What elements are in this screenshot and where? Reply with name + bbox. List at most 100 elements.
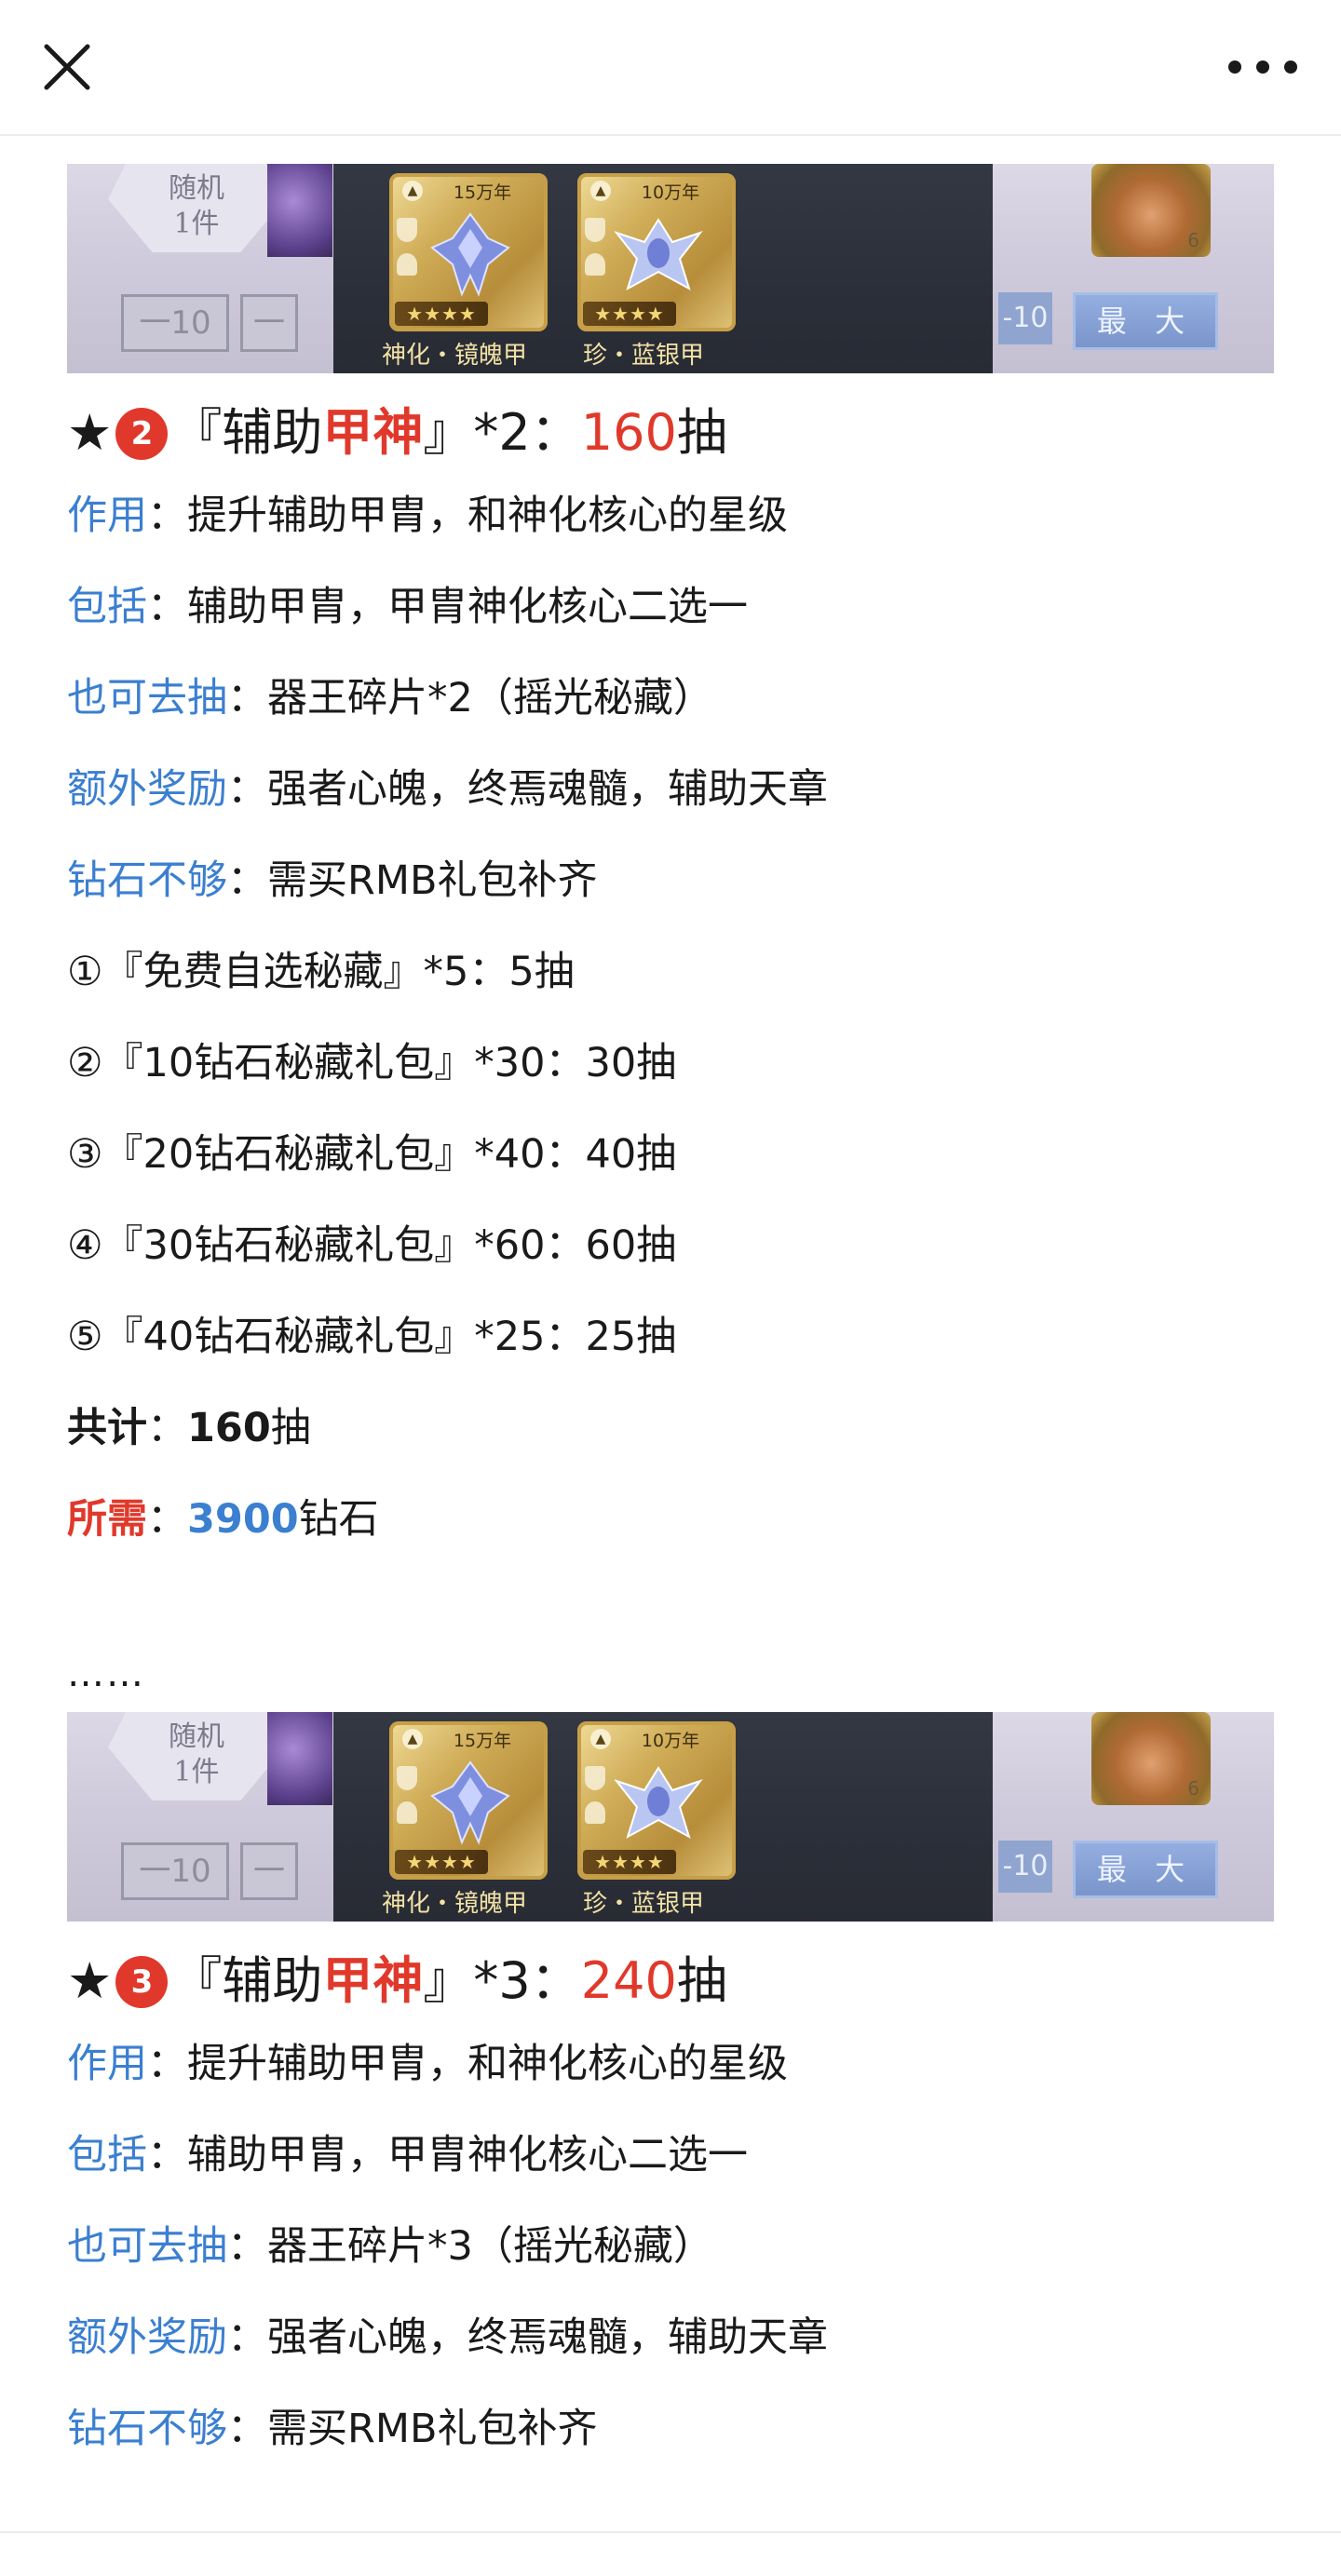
- minus-button: 一: [240, 294, 298, 352]
- purple-gem-icon: [267, 164, 332, 257]
- total-separator: ：: [147, 1405, 187, 1451]
- game-screenshot-banner: 随机 1件 一10 一 6 -10 最 大 ▲ 15万年 ★★★★ ▲ 10万年…: [67, 1712, 1274, 1922]
- include-label: 包括: [67, 2132, 147, 2178]
- armor-caption-2: 珍・蓝银甲: [583, 342, 705, 370]
- lotus-icon: [585, 253, 605, 276]
- top-bar: [0, 0, 1341, 136]
- section-heading: ★ 3 『辅助甲神』*3：240抽: [67, 1944, 1274, 2018]
- heading-prefix: 『辅助: [171, 403, 323, 462]
- lotus-icon: [585, 1801, 605, 1824]
- pull-unit: 抽: [676, 403, 727, 462]
- bonus-line: 额外奖励：强者心魄，终焉魂髓，辅助天章: [67, 2292, 1274, 2383]
- star-rating: ★★★★: [583, 302, 676, 326]
- effect-label: 作用: [67, 492, 147, 539]
- total-value: 160: [187, 1405, 271, 1451]
- alternative-line: 也可去抽：器王碎片*2（摇光秘藏）: [67, 653, 1274, 744]
- bonus-label: 额外奖励: [67, 2314, 227, 2361]
- star-icon: ★: [67, 1951, 113, 2010]
- armor-years: 10万年: [641, 182, 700, 203]
- effect-line: 作用：提升辅助甲胄，和神化核心的星级: [67, 2018, 1274, 2110]
- crystal-armor-icon: [430, 212, 510, 297]
- alternative-text: ：器王碎片*3（摇光秘藏）: [227, 2223, 713, 2270]
- diamond-shortage-line: 钻石不够：需买RMB礼包补齐: [67, 2383, 1274, 2475]
- diamond-shortage-text: ：需买RMB礼包补齐: [227, 857, 598, 904]
- include-text: ：辅助甲胄，甲胄神化核心二选一: [147, 2132, 748, 2178]
- alternative-text: ：器王碎片*2（摇光秘藏）: [227, 675, 713, 722]
- shield-icon: [397, 218, 417, 242]
- random-badge: 随机 1件: [108, 1712, 285, 1801]
- bonus-label: 额外奖励: [67, 766, 227, 813]
- heading-suffix: 』*2：: [423, 403, 581, 462]
- star-rating: ★★★★: [583, 1850, 676, 1874]
- diamond-shortage-line: 钻石不够：需买RMB礼包补齐: [67, 835, 1274, 926]
- minus-10-button: 一10: [121, 1842, 229, 1900]
- total-line: 共计：160抽: [67, 1382, 1274, 1474]
- armor-caption-2: 珍・蓝银甲: [583, 1890, 705, 1918]
- random-badge-text: 随机 1件: [169, 172, 224, 240]
- article-content: 随机 1件 一10 一 6 -10 最 大 ▲ 15万年 ★★★★ ▲ 10万年…: [67, 164, 1274, 2475]
- armor-caption-1: 神化・镜魄甲: [382, 342, 528, 370]
- purple-gem-icon: [267, 1712, 332, 1805]
- list-item: ③『20钻石秘藏礼包』*40：40抽: [67, 1131, 677, 1178]
- level-up-icon: ▲: [590, 1729, 611, 1749]
- featured-armor-panel: ▲ 15万年 ★★★★ ▲ 10万年 ★★★★ 神化・镜魄甲 珍・蓝银甲: [333, 1712, 993, 1922]
- featured-armor-panel: ▲ 15万年 ★★★★ ▲ 10万年 ★★★★ 神化・镜魄甲 珍・蓝银甲: [333, 164, 993, 373]
- orange-gem-icon: 6: [1091, 1712, 1211, 1805]
- star-rating: ★★★★: [395, 1850, 488, 1874]
- level-up-icon: ▲: [402, 181, 423, 201]
- more-options-icon[interactable]: [1222, 37, 1304, 97]
- close-icon[interactable]: [37, 37, 97, 97]
- silver-armor-icon: [615, 1766, 703, 1840]
- armor-years: 15万年: [453, 1731, 512, 1751]
- minus-10-button: 一10: [121, 294, 229, 352]
- include-line: 包括：辅助甲胄，甲胄神化核心二选一: [67, 561, 1274, 653]
- lotus-icon: [397, 253, 417, 276]
- shield-icon: [585, 1766, 605, 1790]
- game-screenshot-banner: 随机 1件 一10 一 6 -10 最 大 ▲ 15万年 ★★★★ ▲ 10万年…: [67, 164, 1274, 373]
- right-minus-10-button: -10: [998, 1841, 1052, 1893]
- alternative-label: 也可去抽: [67, 675, 227, 722]
- diamond-shortage-label: 钻石不够: [67, 2406, 227, 2452]
- section-heading: ★ 2 『辅助甲神』*2：160抽: [67, 396, 1274, 470]
- include-line: 包括：辅助甲胄，甲胄神化核心二选一: [67, 2110, 1274, 2201]
- list-item: ⑤『40钻石秘藏礼包』*25：25抽: [67, 1314, 677, 1360]
- effect-label: 作用: [67, 2041, 147, 2087]
- effect-line: 作用：提升辅助甲胄，和神化核心的星级: [67, 470, 1274, 561]
- bonus-line: 额外奖励：强者心魄，终焉魂髓，辅助天章: [67, 744, 1274, 835]
- max-button: 最 大: [1073, 1841, 1218, 1898]
- random-badge: 随机 1件: [108, 164, 285, 252]
- list-item: ④『30钻石秘藏礼包』*60：60抽: [67, 1222, 677, 1269]
- diamond-shortage-label: 钻石不够: [67, 857, 227, 904]
- item-count: 6: [1187, 229, 1199, 251]
- armor-card-2: ▲ 10万年 ★★★★: [577, 1721, 736, 1880]
- required-separator: ：: [147, 1496, 187, 1543]
- ellipsis: ……: [67, 1652, 145, 1695]
- alternative-label: 也可去抽: [67, 2223, 227, 2270]
- effect-text: ：提升辅助甲胄，和神化核心的星级: [147, 2041, 788, 2087]
- level-up-icon: ▲: [590, 181, 611, 201]
- crystal-armor-icon: [430, 1760, 510, 1845]
- number-badge: 3: [115, 1956, 169, 2008]
- pull-count: 160: [580, 403, 677, 462]
- level-up-icon: ▲: [402, 1729, 423, 1749]
- item-count: 6: [1187, 1777, 1199, 1800]
- armor-card-1: ▲ 15万年 ★★★★: [389, 173, 548, 331]
- silver-armor-icon: [615, 218, 703, 291]
- include-label: 包括: [67, 584, 147, 630]
- shield-icon: [585, 218, 605, 242]
- shield-icon: [397, 1766, 417, 1790]
- star-icon: ★: [67, 403, 113, 462]
- total-label: 共计: [67, 1405, 147, 1451]
- pull-unit: 抽: [676, 1951, 727, 2010]
- effect-text: ：提升辅助甲胄，和神化核心的星级: [147, 492, 788, 539]
- required-value: 3900: [187, 1496, 299, 1543]
- diamond-shortage-text: ：需买RMB礼包补齐: [227, 2406, 598, 2452]
- armor-years: 15万年: [453, 182, 512, 203]
- armor-years: 10万年: [641, 1731, 700, 1751]
- right-minus-10-button: -10: [998, 292, 1052, 344]
- number-badge: 2: [115, 408, 169, 460]
- bonus-text: ：强者心魄，终焉魂髓，辅助天章: [227, 2314, 828, 2361]
- star-rating: ★★★★: [395, 302, 488, 326]
- list-item: ①『免费自选秘藏』*5：5抽: [67, 949, 575, 995]
- armor-card-2: ▲ 10万年 ★★★★: [577, 173, 736, 331]
